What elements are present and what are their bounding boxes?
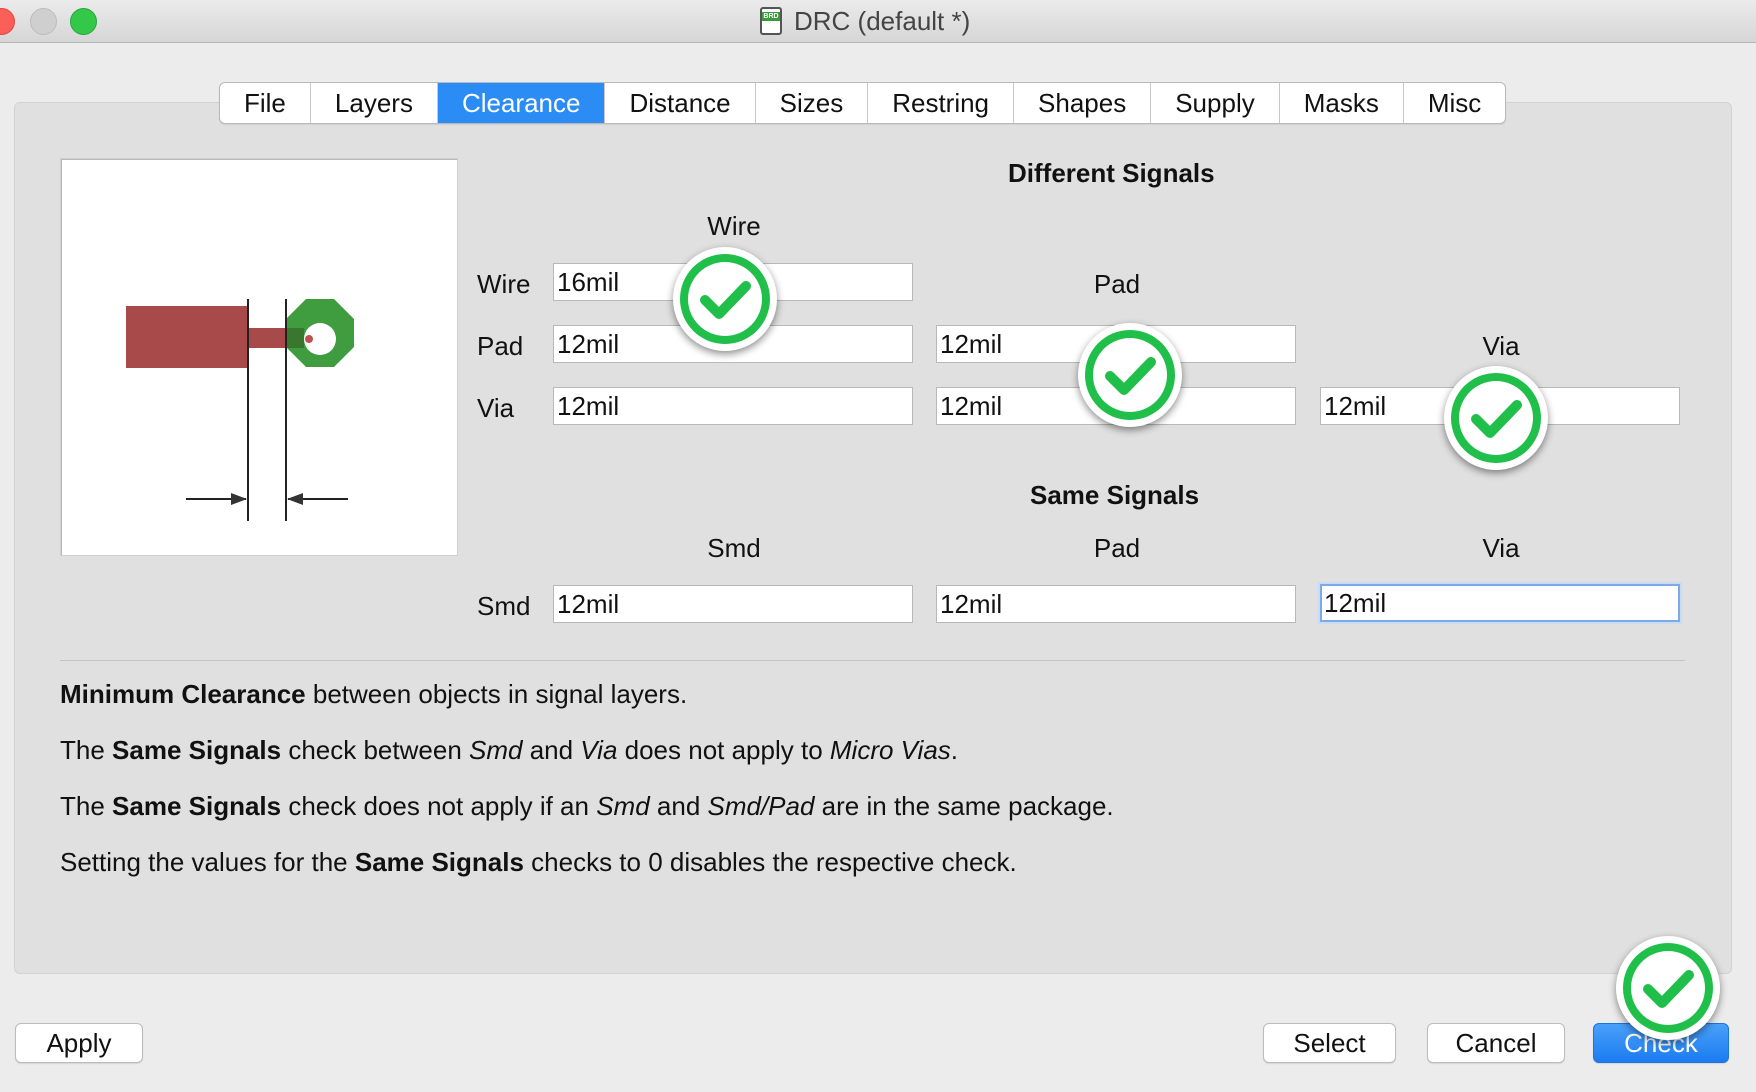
info-text: check does not apply if an (281, 791, 597, 821)
cancel-button[interactable]: Cancel (1427, 1023, 1565, 1063)
info-text: The (60, 735, 113, 765)
tab-file[interactable]: File (220, 83, 311, 123)
check-circle-icon (1078, 323, 1182, 427)
tab-layers[interactable]: Layers (311, 83, 438, 123)
title-bar: DRC (default *) (0, 0, 1756, 43)
smd-via-clearance-field[interactable]: 12mil (1320, 584, 1680, 622)
info-italic: Smd (469, 735, 523, 765)
info-text: check between (281, 735, 469, 765)
info-text: checks to 0 disables the respective chec… (523, 847, 1017, 877)
different-signals-heading: Different Signals (1008, 158, 1215, 188)
row-label-smd: Smd (477, 591, 531, 621)
window-title: DRC (default *) (794, 5, 971, 36)
select-button[interactable]: Select (1263, 1023, 1396, 1063)
row-label-pad: Pad (477, 331, 524, 361)
info-bold: Same Signals (354, 847, 524, 877)
minimize-window-button[interactable] (30, 8, 57, 35)
tab-shapes[interactable]: Shapes (1014, 83, 1152, 123)
info-text: . (950, 735, 959, 765)
tab-masks[interactable]: Masks (1280, 83, 1404, 123)
tab-bar: File Layers Clearance Distance Sizes Res… (219, 82, 1507, 124)
info-text: The (60, 791, 113, 821)
info-bold: Minimum Clearance (60, 679, 306, 709)
column-head-pad: Pad (1093, 269, 1141, 299)
check-circle-icon (1616, 936, 1720, 1040)
zoom-window-button[interactable] (70, 8, 97, 35)
column-head-same-via: Via (1482, 533, 1520, 563)
column-head-same-pad: Pad (1093, 533, 1141, 563)
clearance-diagram (60, 158, 458, 556)
tab-distance[interactable]: Distance (605, 83, 756, 123)
clearance-diagram-graphic (126, 299, 354, 521)
info-bold: Same Signals (112, 791, 282, 821)
tab-supply[interactable]: Supply (1151, 83, 1280, 123)
info-line-3: The Same Signals check does not apply if… (60, 791, 1114, 822)
tab-restring[interactable]: Restring (868, 83, 1015, 123)
info-italic: Smd (596, 791, 650, 821)
tab-sizes[interactable]: Sizes (756, 83, 869, 123)
info-text: between objects in signal layers. (305, 679, 688, 709)
smd-pad-clearance-field[interactable]: 12mil (936, 585, 1296, 623)
info-text: does not apply to (617, 735, 830, 765)
column-head-smd: Smd (707, 533, 761, 563)
row-label-wire: Wire (477, 269, 531, 299)
column-head-via: Via (1482, 331, 1520, 361)
info-text: Setting the values for the (60, 847, 355, 877)
check-circle-icon (1444, 366, 1548, 470)
window-title-group: DRC (default *) (760, 5, 970, 37)
info-italic: Smd/Pad (707, 791, 815, 821)
info-text: and (522, 735, 581, 765)
info-text: and (649, 791, 708, 821)
check-circle-icon (673, 247, 777, 351)
info-italic: Via (580, 735, 618, 765)
info-line-1: Minimum Clearance between objects in sig… (60, 679, 687, 710)
info-bold: Same Signals (112, 735, 282, 765)
close-window-button[interactable] (0, 8, 15, 35)
apply-button[interactable]: Apply (15, 1023, 143, 1063)
brd-file-icon (760, 7, 782, 35)
tab-misc[interactable]: Misc (1404, 83, 1505, 123)
divider (60, 660, 1685, 661)
info-line-2: The Same Signals check between Smd and V… (60, 735, 958, 766)
via-wire-clearance-field[interactable]: 12mil (553, 387, 913, 425)
tab-clearance[interactable]: Clearance (437, 83, 606, 123)
smd-smd-clearance-field[interactable]: 12mil (553, 585, 913, 623)
column-head-wire: Wire (707, 211, 761, 241)
same-signals-heading: Same Signals (1030, 480, 1200, 510)
info-line-4: Setting the values for the Same Signals … (60, 847, 1017, 878)
row-label-via: Via (477, 393, 515, 423)
info-italic: Micro Vias (829, 735, 951, 765)
info-text: are in the same package. (814, 791, 1114, 821)
